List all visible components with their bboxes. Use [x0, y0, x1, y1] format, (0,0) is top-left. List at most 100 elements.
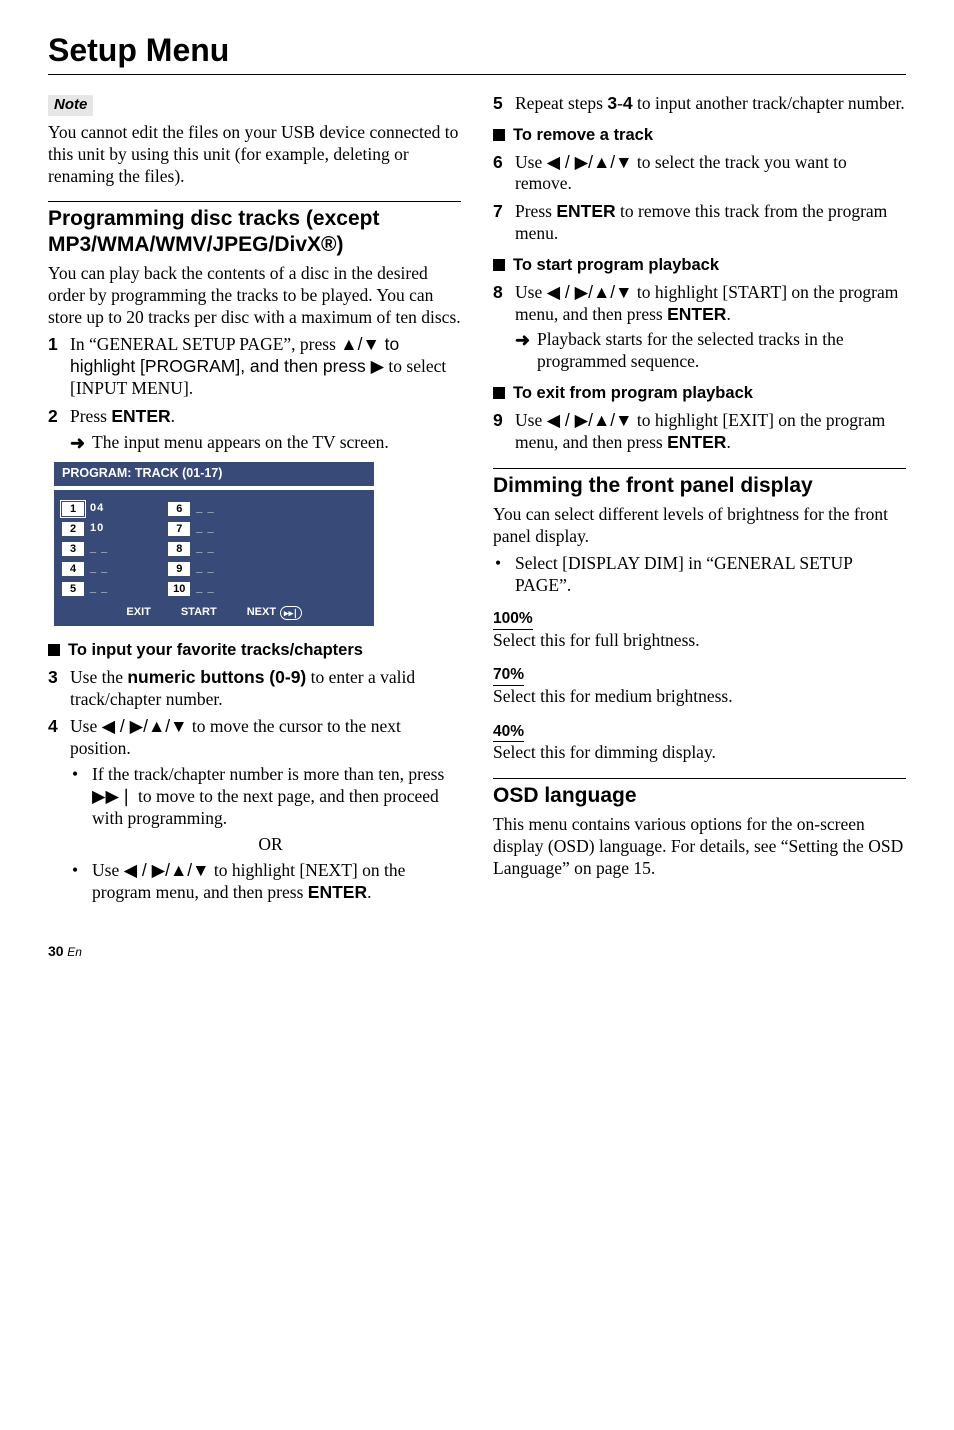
square-bullet-icon — [493, 129, 505, 141]
subhead-input-tracks-label: To input your favorite tracks/chapters — [68, 640, 363, 661]
track-slot[interactable]: 2 — [62, 522, 84, 536]
track-slot[interactable]: 4 — [62, 562, 84, 576]
square-bullet-icon — [493, 387, 505, 399]
option-100: 100% — [493, 609, 533, 629]
panel-start-button[interactable]: START — [181, 606, 217, 620]
option-70: 70% — [493, 665, 524, 685]
track-col-left: 104 210 3_ _ 4_ _ 5_ _ — [62, 500, 108, 600]
step9-pre: Use — [515, 410, 547, 430]
nav-arrows-glyph: ◀ / ▶/▲/▼ — [547, 410, 633, 430]
step-6: 6 Use ◀ / ▶/▲/▼ to select the track you … — [493, 152, 906, 196]
section-heading-osd: OSD language — [493, 783, 906, 808]
step2-result: The input menu appears on the TV screen. — [92, 432, 461, 455]
enter-button-label: ENTER — [111, 406, 170, 426]
subhead-remove-track: To remove a track — [493, 125, 906, 146]
step6-pre: Use — [515, 152, 547, 172]
nav-arrows-glyph: ◀ / ▶/▲/▼ — [124, 860, 210, 880]
page-footer: 30 En — [48, 943, 906, 961]
square-bullet-icon — [493, 259, 505, 271]
page-number: 30 — [48, 943, 64, 959]
track-value: _ _ — [90, 562, 108, 576]
or-separator: OR — [80, 834, 461, 856]
play-glyph: ▶ — [371, 356, 384, 376]
enter-button-label: ENTER — [667, 432, 726, 452]
option-70-desc: Select this for medium brightness. — [493, 686, 906, 708]
result-arrow-icon: ➜ — [70, 432, 92, 455]
section-heading-dimming: Dimming the front panel display — [493, 473, 906, 498]
step-9: 9 Use ◀ / ▶/▲/▼ to highlight [EXIT] on t… — [493, 410, 906, 454]
section-rule — [48, 201, 461, 202]
section-rule — [493, 778, 906, 779]
section-rule — [493, 468, 906, 469]
track-slot[interactable]: 1 — [62, 502, 84, 516]
step-4: 4 Use ◀ / ▶/▲/▼ to move the cursor to th… — [48, 716, 461, 907]
page-title: Setup Menu — [48, 30, 906, 70]
step4-pre: Use — [70, 716, 102, 736]
track-value: _ _ — [196, 502, 214, 516]
panel-exit-button[interactable]: EXIT — [126, 606, 150, 620]
program-panel-body: 104 210 3_ _ 4_ _ 5_ _ 6_ _ 7_ _ 8_ _ 9_… — [54, 490, 374, 626]
bullet-dot: • — [70, 764, 92, 830]
track-value: _ _ — [196, 542, 214, 556]
step-8: 8 Use ◀ / ▶/▲/▼ to highlight [START] on … — [493, 282, 906, 374]
track-value: _ _ — [196, 562, 214, 576]
subhead-exit-playback: To exit from program playback — [493, 383, 906, 404]
step8-pre: Use — [515, 282, 547, 302]
track-value: 10 — [90, 522, 104, 536]
track-slot[interactable]: 7 — [168, 522, 190, 536]
subhead-exit-playback-label: To exit from program playback — [513, 383, 753, 404]
section-heading-programming: Programming disc tracks (except MP3/WMA/… — [48, 206, 461, 256]
numeric-buttons-label: numeric buttons (0-9) — [127, 667, 306, 687]
program-panel-header: PROGRAM: TRACK (01-17) — [54, 462, 374, 486]
track-slot[interactable]: 9 — [168, 562, 190, 576]
nav-arrows-glyph: ◀ / ▶/▲/▼ — [547, 152, 633, 172]
track-slot[interactable]: 8 — [168, 542, 190, 556]
subhead-start-playback: To start program playback — [493, 255, 906, 276]
track-value: _ _ — [90, 542, 108, 556]
fast-forward-icon: ▸▸∣ — [280, 606, 302, 620]
nav-arrows-glyph: ◀ / ▶/▲/▼ — [547, 282, 633, 302]
step-1: 1 In “GENERAL SETUP PAGE”, press ▲/▼ to … — [48, 334, 461, 400]
page-lang: En — [67, 945, 82, 959]
step-2: 2 Press ENTER. ➜ The input menu appears … — [48, 406, 461, 454]
track-value: _ _ — [196, 522, 214, 536]
bullet-dot: • — [70, 860, 92, 904]
step5-pre: Repeat steps — [515, 93, 607, 113]
step-number: 8 — [493, 282, 515, 374]
step8-result: Playback starts for the selected tracks … — [537, 329, 906, 373]
track-value: _ _ — [90, 582, 108, 596]
step-ref-3: 3 — [607, 93, 617, 113]
step-number: 2 — [48, 406, 70, 454]
osd-text: This menu contains various options for t… — [493, 814, 906, 880]
step-number: 6 — [493, 152, 515, 196]
step-number: 9 — [493, 410, 515, 454]
step5-post: to input another track/chapter number. — [633, 93, 905, 113]
track-slot[interactable]: 3 — [62, 542, 84, 556]
step-ref-4: 4 — [623, 93, 633, 113]
step8-post: . — [726, 304, 730, 324]
title-rule — [48, 74, 906, 75]
step2-text: Press — [70, 406, 111, 426]
result-arrow-icon: ➜ — [515, 329, 537, 373]
note-text: You cannot edit the files on your USB de… — [48, 122, 461, 188]
left-column: Note You cannot edit the files on your U… — [48, 93, 461, 913]
step2-suffix: . — [171, 406, 175, 426]
subhead-input-tracks: To input your favorite tracks/chapters — [48, 640, 461, 661]
panel-next-button[interactable]: NEXT — [247, 606, 276, 620]
step7-pre: Press — [515, 201, 556, 221]
step4-b2-pre: Use — [92, 860, 124, 880]
step-number: 4 — [48, 716, 70, 907]
right-column: 5 Repeat steps 3-4 to input another trac… — [493, 93, 906, 913]
step-3: 3 Use the numeric buttons (0-9) to enter… — [48, 667, 461, 711]
track-slot[interactable]: 5 — [62, 582, 84, 596]
dimming-bullet: Select [DISPLAY DIM] in “GENERAL SETUP P… — [515, 553, 906, 597]
step4-b1-pre: If the track/chapter number is more than… — [92, 764, 444, 784]
option-40: 40% — [493, 722, 524, 742]
track-slot[interactable]: 6 — [168, 502, 190, 516]
track-slot[interactable]: 10 — [168, 582, 190, 596]
enter-button-label: ENTER — [308, 882, 367, 902]
step-number: 5 — [493, 93, 515, 115]
step4-b1-post: to move to the next page, and then proce… — [92, 786, 439, 828]
enter-button-label: ENTER — [667, 304, 726, 324]
nav-arrows-glyph: ◀ / ▶/▲/▼ — [102, 716, 188, 736]
